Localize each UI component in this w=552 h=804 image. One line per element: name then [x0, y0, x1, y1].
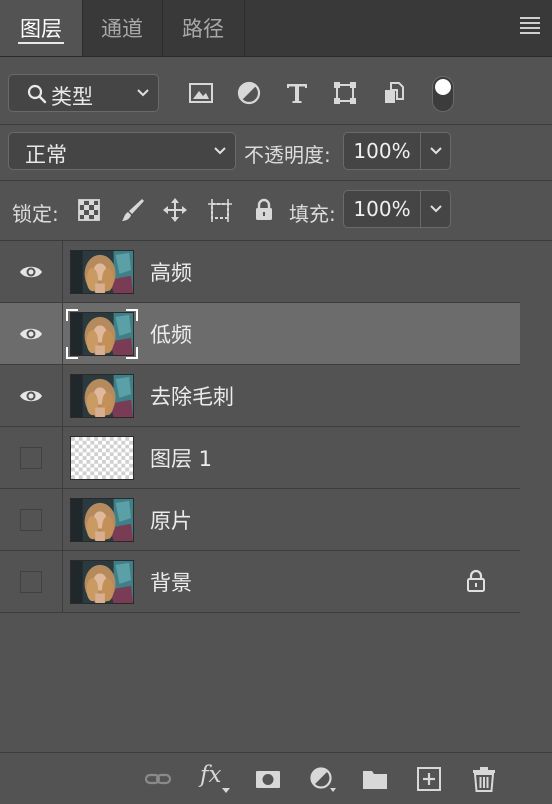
layer-name[interactable]: 去除毛刺 [150, 381, 234, 411]
transparent-thumbnail [71, 437, 133, 479]
add-mask-icon[interactable] [254, 765, 282, 793]
layers-bottom-toolbar: fx [0, 752, 552, 804]
new-layer-icon[interactable] [415, 765, 443, 793]
layer-thumbnail-image [71, 375, 133, 417]
layer-name[interactable]: 原片 [150, 505, 192, 535]
fx-icon[interactable]: fx [200, 762, 230, 793]
blend-mode-value: 正常 [25, 143, 67, 167]
layer-thumbnail[interactable] [70, 250, 134, 294]
fill-label: 填充: [289, 202, 336, 226]
visibility-empty-box [20, 509, 42, 531]
layer-thumbnail-image [71, 561, 133, 603]
fill-dropdown-button[interactable] [421, 190, 451, 228]
layer-thumbnail[interactable] [70, 436, 134, 480]
layer-row[interactable]: 低频 [0, 303, 520, 365]
lock-transparent-pixels-icon[interactable] [76, 197, 102, 223]
divider [0, 124, 552, 125]
type-filter-icon[interactable] [284, 80, 310, 106]
layer-visibility-toggle[interactable] [0, 427, 63, 489]
layer-visibility-toggle[interactable] [0, 241, 63, 303]
layer-visibility-toggle[interactable] [0, 303, 63, 365]
eye-icon [20, 266, 42, 278]
layer-row[interactable]: 背景 [0, 551, 520, 613]
tab-channels[interactable]: 通道 [82, 0, 163, 56]
layers-scrollbar[interactable] [520, 241, 552, 751]
chevron-down-icon [429, 205, 442, 213]
opacity-label: 不透明度: [244, 143, 331, 167]
fill-input[interactable]: 100% [343, 190, 421, 228]
layer-visibility-toggle[interactable] [0, 551, 63, 613]
layer-row[interactable]: 高频 [0, 241, 520, 303]
filter-kind-dropdown[interactable]: 类型 [8, 74, 159, 112]
divider [0, 180, 552, 181]
new-adjustment-icon[interactable] [308, 765, 336, 793]
layer-thumbnail[interactable] [70, 560, 134, 604]
lock-image-pixels-icon[interactable] [120, 197, 146, 223]
shape-filter-icon[interactable] [332, 80, 358, 106]
tab-paths-label: 路径 [182, 17, 224, 41]
layer-name[interactable]: 图层 1 [150, 443, 212, 473]
eye-icon [20, 390, 42, 402]
triangle-down-icon [222, 788, 230, 793]
link-layers-icon[interactable] [144, 765, 172, 793]
fx-label: fx [200, 762, 222, 788]
layer-row[interactable]: 图层 1 [0, 427, 520, 489]
new-group-icon[interactable] [361, 765, 389, 793]
tab-layers[interactable]: 图层 [0, 0, 83, 56]
tab-layers-label: 图层 [20, 17, 62, 41]
chevron-down-icon [214, 147, 226, 155]
visibility-empty-box [20, 571, 42, 593]
panel-menu-icon[interactable] [520, 17, 540, 37]
chevron-down-icon [137, 89, 149, 97]
chevron-down-icon [429, 147, 442, 155]
layer-name[interactable]: 高频 [150, 257, 192, 287]
smart-object-filter-icon[interactable] [381, 80, 407, 106]
eye-icon [20, 328, 42, 340]
layer-thumbnail-image [71, 251, 133, 293]
layer-name[interactable]: 背景 [150, 567, 192, 597]
lock-position-icon[interactable] [162, 197, 188, 223]
tab-channels-label: 通道 [101, 17, 143, 41]
filter-toggle-knob [435, 79, 451, 95]
delete-layer-icon[interactable] [470, 765, 498, 793]
layer-lock-icon[interactable] [465, 569, 487, 597]
lock-label: 锁定: [12, 202, 59, 226]
layer-thumbnail[interactable] [70, 498, 134, 542]
active-tab-underline [18, 42, 64, 44]
blend-mode-dropdown[interactable]: 正常 [8, 132, 236, 170]
opacity-input[interactable]: 100% [343, 132, 421, 170]
opacity-dropdown-button[interactable] [421, 132, 451, 170]
filter-toggle[interactable] [432, 76, 454, 112]
selection-corners-icon [66, 309, 138, 359]
search-icon [27, 84, 47, 104]
selected-thumbnail-frame [66, 309, 138, 359]
lock-all-icon[interactable] [251, 197, 277, 223]
filter-kind-label: 类型 [51, 85, 93, 109]
tab-paths[interactable]: 路径 [162, 0, 245, 56]
layers-panel: 图层 通道 路径 类型 正常 不透明度: 100% 锁定: 填充: 100% 高… [0, 0, 552, 804]
layers-list: 高频 低频 去除毛刺 图层 1 原片 背景 [0, 241, 520, 613]
layer-row[interactable]: 原片 [0, 489, 520, 551]
layer-thumbnail-image [71, 499, 133, 541]
lock-artboard-icon[interactable] [207, 197, 233, 223]
panel-tab-bar: 图层 通道 路径 [0, 0, 552, 57]
visibility-empty-box [20, 447, 42, 469]
image-filter-icon[interactable] [188, 80, 214, 106]
layer-visibility-toggle[interactable] [0, 365, 63, 427]
layer-row[interactable]: 去除毛刺 [0, 365, 520, 427]
layer-visibility-toggle[interactable] [0, 489, 63, 551]
layer-thumbnail[interactable] [70, 374, 134, 418]
adjustment-filter-icon[interactable] [236, 80, 262, 106]
layer-name[interactable]: 低频 [150, 319, 192, 349]
